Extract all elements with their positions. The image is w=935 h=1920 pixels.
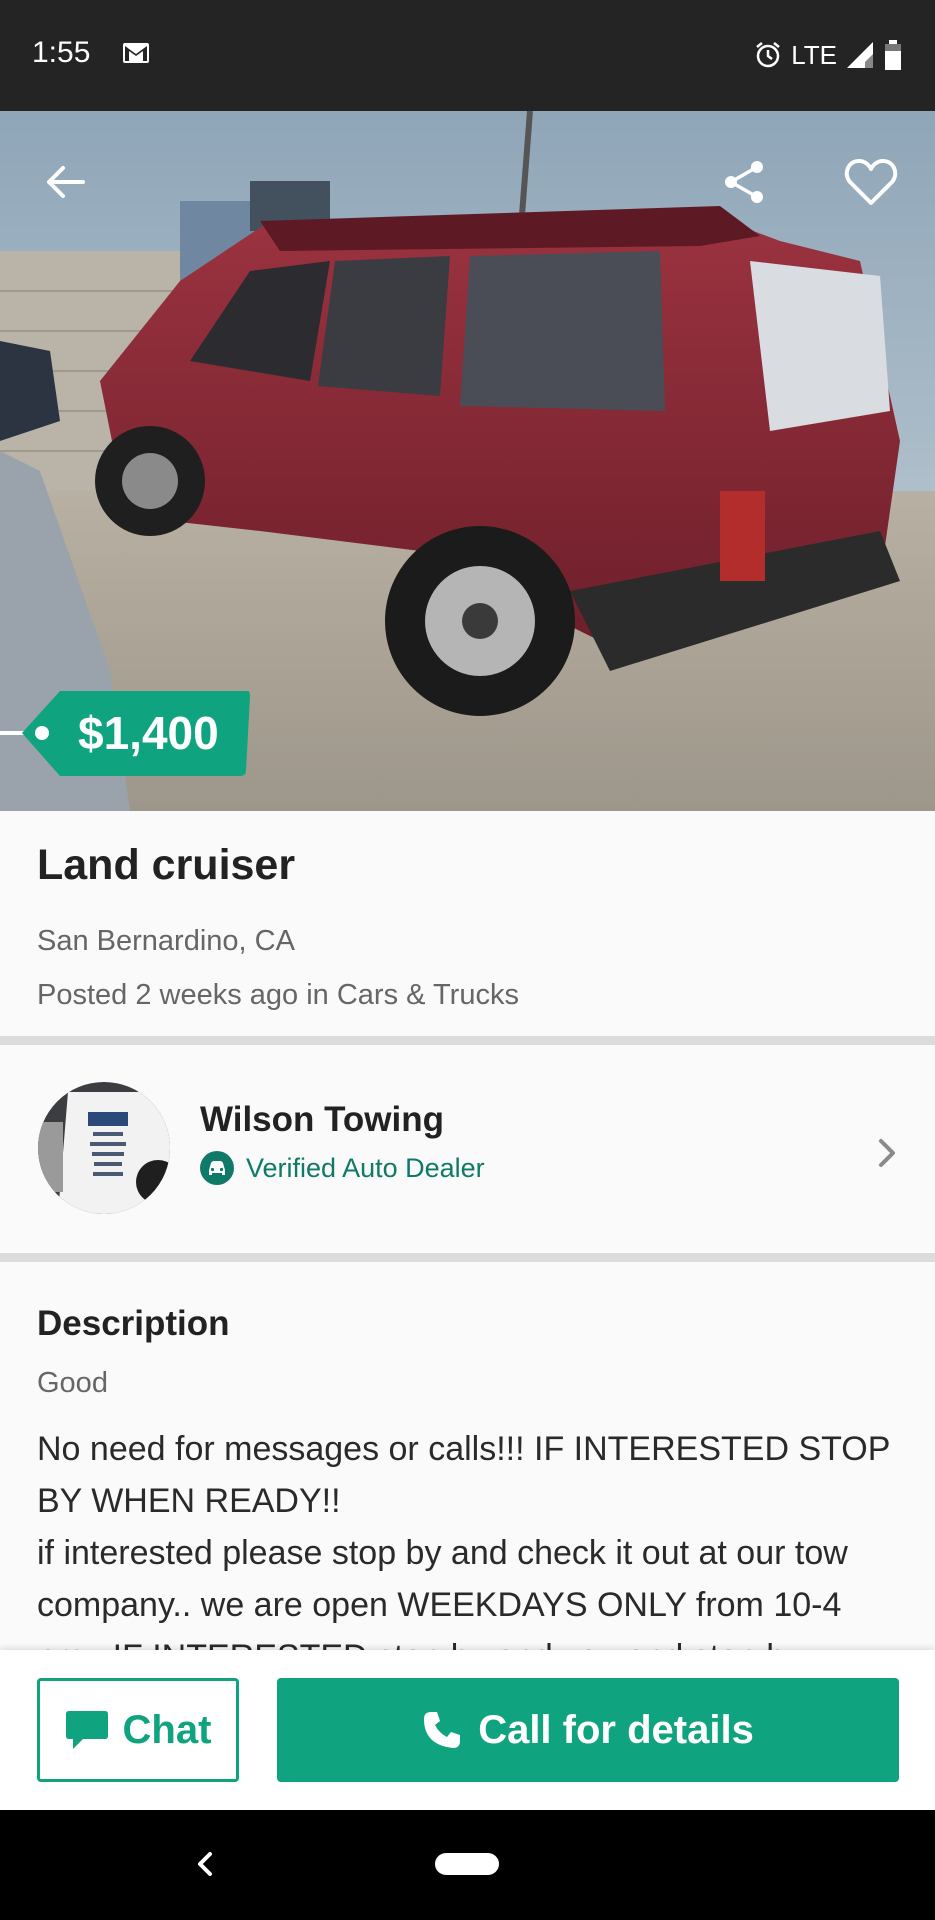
section-divider: [0, 1036, 935, 1045]
description-section: Description Good No need for messages or…: [0, 1262, 935, 1652]
back-button[interactable]: [30, 147, 100, 217]
favorite-button[interactable]: [836, 147, 906, 217]
car-badge-icon: [200, 1151, 234, 1185]
status-icons: LTE: [753, 38, 903, 72]
listing-info: Land cruiser San Bernardino, CA Posted 2…: [0, 811, 935, 1036]
seller-card[interactable]: Wilson Towing Verified Auto Dealer: [0, 1045, 935, 1253]
seller-name: Wilson Towing: [200, 1100, 444, 1139]
nav-home-pill[interactable]: [435, 1853, 499, 1875]
alarm-icon: [756, 42, 781, 68]
back-arrow-icon: [47, 166, 85, 198]
battery-icon: [885, 40, 901, 70]
chevron-right-icon: [879, 1139, 895, 1167]
heart-icon: [844, 159, 898, 205]
listing-price: $1,400: [78, 707, 219, 759]
gmail-icon: [123, 43, 149, 63]
description-body: No need for messages or calls!!! IF INTE…: [37, 1430, 890, 1652]
call-for-details-button[interactable]: Call for details: [277, 1678, 899, 1782]
signal-icon: [847, 42, 873, 68]
chat-button[interactable]: Chat: [37, 1678, 239, 1782]
network-type: LTE: [791, 39, 837, 70]
listing-title: Land cruiser: [37, 841, 296, 889]
status-bar: 1:55 LTE: [0, 0, 935, 111]
item-condition: Good: [37, 1367, 108, 1399]
chat-bubble-icon: [65, 1711, 108, 1749]
phone-icon: [424, 1712, 461, 1748]
call-label: Call for details: [478, 1707, 754, 1752]
share-icon: [725, 161, 763, 203]
section-divider: [0, 1253, 935, 1262]
action-bar: Chat Call for details: [0, 1650, 935, 1810]
system-nav-bar: [0, 1810, 935, 1920]
share-button[interactable]: [710, 147, 780, 217]
listing-location: San Bernardino, CA: [37, 925, 295, 957]
status-time: 1:55: [32, 36, 91, 69]
listing-photo[interactable]: $1,400: [0, 111, 935, 811]
verified-badge: Verified Auto Dealer: [200, 1151, 485, 1185]
chat-label: Chat: [122, 1707, 212, 1752]
listing-page: 1:55 LTE $1,400 Land cruiser San Bernard…: [0, 0, 935, 1920]
avatar: [38, 1082, 170, 1214]
seller-avatar-image: [38, 1082, 170, 1214]
description-heading: Description: [37, 1304, 230, 1343]
nav-back-icon[interactable]: [186, 1844, 226, 1884]
listing-posted: Posted 2 weeks ago in Cars & Trucks: [37, 979, 519, 1011]
verified-label: Verified Auto Dealer: [246, 1152, 485, 1183]
